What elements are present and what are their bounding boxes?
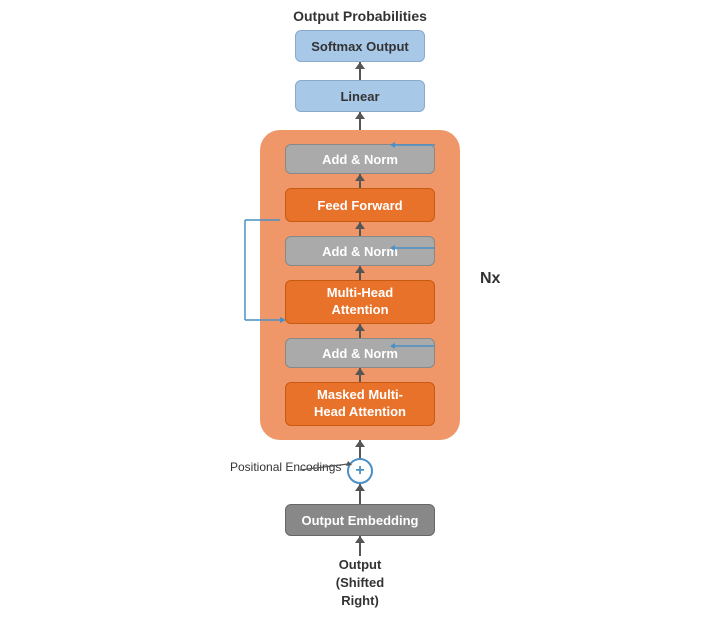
multi-head-attention-box: Multi-Head Attention [285, 280, 435, 324]
arrow-embed-output [359, 536, 361, 556]
arrow-ff-norm2 [359, 222, 361, 236]
diagram-container: Output Probabilities Softmax Output Line… [0, 0, 720, 628]
feed-forward-box: Feed Forward [285, 188, 435, 222]
arrow-linear-nx [359, 112, 361, 130]
output-embedding-box: Output Embedding [285, 504, 435, 536]
linear-box: Linear [295, 80, 425, 112]
right-arrow-mid-svg [390, 240, 440, 256]
arrow-plus-embed [359, 484, 361, 504]
nx-label: Nx [480, 270, 500, 288]
masked-attention-box: Masked Multi- Head Attention [285, 382, 435, 426]
pos-enc-arrow-svg [300, 460, 355, 472]
right-arrow-bot-svg [390, 338, 440, 354]
arrow-norm2-mha [359, 266, 361, 280]
arrow-softmax-linear [359, 62, 361, 80]
left-bracket-svg [230, 210, 290, 330]
output-label: Output (Shifted Right) [336, 556, 384, 610]
arrow-norm3-masked [359, 368, 361, 382]
arrow-nx-plus [359, 440, 361, 460]
softmax-output-box: Softmax Output [295, 30, 425, 62]
arrow-mha-norm3 [359, 324, 361, 338]
nx-container: Add & Norm Feed Forward Add & Norm Multi… [260, 130, 460, 440]
arrow-norm-ff [359, 174, 361, 188]
right-arrow-top-svg [390, 137, 440, 153]
output-probabilities-label: Output Probabilities [293, 8, 427, 26]
